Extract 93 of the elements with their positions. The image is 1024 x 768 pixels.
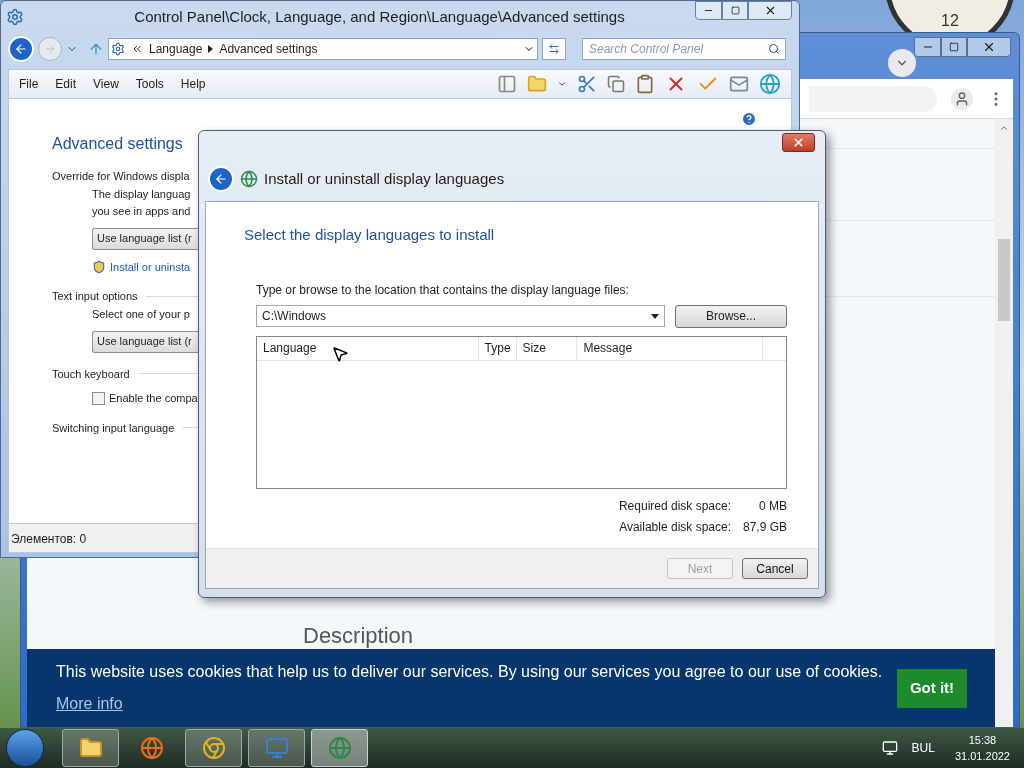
layout-icon[interactable] <box>497 74 517 94</box>
accept-cookies-button[interactable]: Got it! <box>897 668 967 708</box>
language-taskbar-button[interactable] <box>311 729 368 767</box>
maximize-button[interactable] <box>722 1 748 20</box>
minimize-button[interactable] <box>695 1 722 20</box>
close-button[interactable] <box>782 133 815 152</box>
caret-icon[interactable] <box>557 79 567 89</box>
group-label: Override for Windows displa <box>52 169 190 184</box>
browser-logo-icon <box>201 736 226 760</box>
description-text: The display languag <box>92 186 191 202</box>
globe-icon <box>240 170 258 188</box>
location-prompt: Type or browse to the location that contains the display language files: <box>256 281 630 299</box>
explorer-taskbar-button[interactable] <box>62 729 119 767</box>
profile-icon[interactable] <box>951 87 973 110</box>
up-button[interactable] <box>88 41 104 57</box>
more-info-link[interactable]: More info <box>56 692 123 716</box>
globe-icon <box>140 736 164 760</box>
cut-icon[interactable] <box>577 74 597 94</box>
language-list-button[interactable]: Use language list (r <box>92 227 198 250</box>
network-icon[interactable] <box>881 740 898 756</box>
description-text: Select one of your p <box>92 306 190 322</box>
clock-date[interactable]: 31.01.2022 <box>954 748 1010 764</box>
column-header[interactable]: Size <box>522 339 546 357</box>
scrollbar[interactable] <box>995 119 1013 727</box>
maximize-icon <box>730 6 740 15</box>
back-button[interactable] <box>208 166 234 192</box>
browser-taskbar-button[interactable] <box>185 729 242 767</box>
envelope-icon[interactable] <box>729 74 749 94</box>
menu-item[interactable]: File <box>19 75 39 93</box>
refresh-icon <box>548 43 560 55</box>
maximize-button[interactable] <box>941 37 967 57</box>
monitor-icon <box>264 736 289 760</box>
copy-icon[interactable] <box>607 75 625 93</box>
dialog-heading: Select the display languages to install <box>244 225 496 245</box>
control-panel-taskbar-button[interactable] <box>248 729 305 767</box>
back-button[interactable] <box>8 36 34 62</box>
tab-search-button[interactable] <box>888 49 916 77</box>
refresh-button[interactable] <box>542 38 566 60</box>
section-heading: Description <box>303 625 414 647</box>
window-title: Control Panel\Clock, Language, and Region\Language\Advanced settings <box>133 6 626 27</box>
clock-time[interactable]: 15:38 <box>968 732 997 748</box>
close-icon <box>982 40 996 54</box>
group-label: Text input options <box>52 289 138 304</box>
disk-space-label: Required disk space: <box>618 497 731 515</box>
minimize-button[interactable] <box>914 37 941 57</box>
column-header[interactable]: Language <box>263 339 317 357</box>
status-text: Элементов: 0 <box>11 531 87 548</box>
location-combobox[interactable]: C:\Windows <box>256 305 665 327</box>
forward-arrow-icon <box>44 43 56 55</box>
disk-space-label: Available disk space: <box>619 518 731 536</box>
section-title: Advanced settings <box>52 134 184 154</box>
breadcrumb-separator-icon[interactable] <box>208 45 214 53</box>
folder-icon[interactable] <box>527 74 547 94</box>
search-icon[interactable] <box>768 43 780 55</box>
column-header[interactable]: Type <box>484 339 511 357</box>
paste-icon[interactable] <box>635 74 655 94</box>
menu-item[interactable]: View <box>93 75 119 93</box>
dropdown-caret-icon[interactable] <box>651 313 659 319</box>
address-field[interactable]: Language Advanced settings <box>108 38 538 60</box>
scroll-up-icon[interactable] <box>999 123 1009 133</box>
folder-icon <box>78 736 103 760</box>
language-list-button[interactable]: Use language list (r <box>92 330 198 353</box>
breadcrumb-item[interactable]: Language <box>149 40 203 58</box>
breadcrumb-overflow-icon[interactable] <box>131 43 143 55</box>
menu-item[interactable]: Edit <box>55 75 77 93</box>
scrollbar-thumb[interactable] <box>998 239 1010 321</box>
dialog-title: Install or uninstall display languages <box>264 168 505 189</box>
menu-item[interactable]: Help <box>180 75 206 93</box>
menu-item[interactable]: Tools <box>135 75 164 93</box>
start-button[interactable] <box>6 729 44 767</box>
close-icon <box>792 136 805 149</box>
group-label: Switching input language <box>52 420 175 436</box>
checkbox[interactable] <box>92 391 105 405</box>
location-value: C:\Windows <box>262 308 326 325</box>
shield-icon <box>92 259 106 274</box>
breadcrumb-item[interactable]: Advanced settings <box>219 40 318 58</box>
globe-icon[interactable] <box>759 73 781 95</box>
disk-space-value: 87,9 GB <box>741 518 787 536</box>
search-field[interactable]: Search Control Panel <box>582 38 786 60</box>
dialog-button[interactable]: Cancel <box>742 558 808 579</box>
input-language[interactable]: BUL <box>911 739 935 757</box>
group-label: Touch keyboard <box>52 366 130 382</box>
globe-icon <box>327 736 352 760</box>
browse-button[interactable]: Browse... <box>675 304 787 328</box>
cookie-message: This website uses cookies that help us to deliver our services. By using our services you agree to our use of cookies. <box>56 662 884 682</box>
maximize-icon <box>949 42 959 52</box>
column-header[interactable]: Message <box>583 339 633 357</box>
install-link[interactable]: Install or uninsta <box>110 258 191 275</box>
description-text: you see in apps and <box>92 203 191 219</box>
mouse-cursor-icon <box>331 345 349 363</box>
disk-space-value: 0 MB <box>758 497 787 515</box>
checkbox-label: Enable the compa <box>109 391 198 406</box>
help-icon[interactable] <box>741 111 757 127</box>
